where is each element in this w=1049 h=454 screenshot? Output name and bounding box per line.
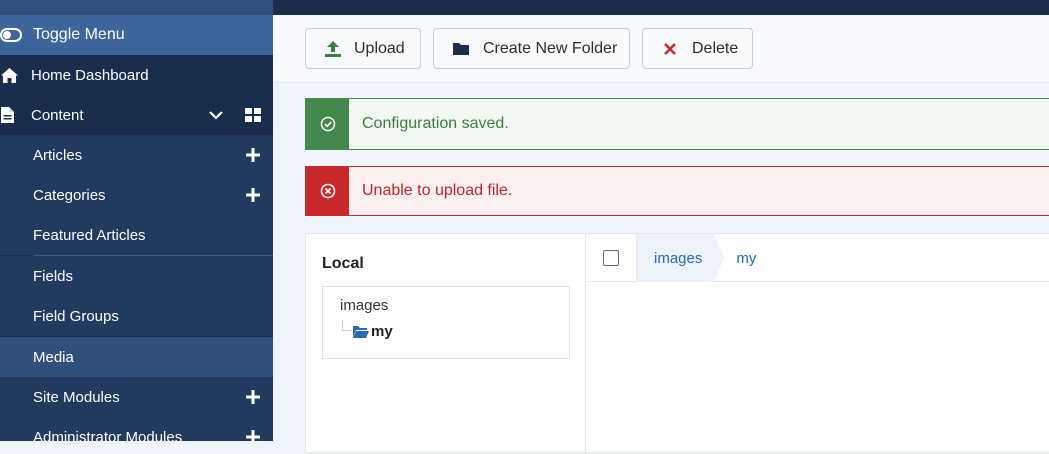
media-manager: Local images my images my xyxy=(305,233,1049,454)
folder-tree-panel: Local images my xyxy=(306,234,586,454)
disk-title: Local xyxy=(322,255,364,272)
upload-label: Upload xyxy=(354,39,405,57)
toolbar: Upload Create New Folder Delete xyxy=(273,15,1049,83)
sidebar-item-fields[interactable]: Fields xyxy=(0,256,273,296)
sidebar-top-strip xyxy=(0,0,273,15)
dashboard-grid-icon[interactable] xyxy=(245,108,261,126)
upload-button[interactable]: Upload xyxy=(305,28,421,69)
sidebar-item-label: Home Dashboard xyxy=(31,66,149,84)
check-circle-icon xyxy=(306,99,349,149)
tree-connector xyxy=(342,320,352,331)
sidebar-item-label: Administrator Modules xyxy=(33,428,183,442)
upload-icon xyxy=(323,39,343,59)
home-icon xyxy=(0,67,31,84)
breadcrumb-label: images xyxy=(654,249,703,267)
header-bar xyxy=(273,0,1049,15)
sidebar-item-home-dashboard[interactable]: Home Dashboard xyxy=(0,55,273,95)
x-icon xyxy=(660,39,680,59)
sidebar-item-articles[interactable]: Articles xyxy=(0,135,273,175)
plus-icon[interactable] xyxy=(245,147,261,163)
toggle-menu-label: Toggle Menu xyxy=(33,26,125,43)
tree-item-label: my xyxy=(371,323,393,340)
sidebar-item-label: Field Groups xyxy=(33,307,119,325)
sidebar-item-label: Media xyxy=(33,348,74,366)
files-panel: images my xyxy=(587,234,1049,454)
plus-icon[interactable] xyxy=(245,389,261,405)
folder-icon xyxy=(451,39,471,59)
folder-open-icon xyxy=(352,325,371,339)
sidebar-item-label: Featured Articles xyxy=(33,226,146,244)
x-circle-icon xyxy=(306,167,349,215)
tree-item-images[interactable]: images xyxy=(340,297,388,314)
sidebar-item-site-modules[interactable]: Site Modules xyxy=(0,377,273,417)
delete-button[interactable]: Delete xyxy=(642,28,753,69)
sidebar-item-field-groups[interactable]: Field Groups xyxy=(0,296,273,336)
breadcrumb: images my xyxy=(636,234,756,282)
error-message: Unable to upload file. xyxy=(362,182,513,199)
sidebar-item-label: Site Modules xyxy=(33,388,120,406)
sidebar: Toggle Menu Home Dashboard Content Artic… xyxy=(0,0,273,441)
success-alert: Configuration saved. xyxy=(305,98,1049,150)
sidebar-item-media[interactable]: Media xyxy=(0,337,273,377)
delete-label: Delete xyxy=(692,39,739,57)
tree-item-my[interactable]: my xyxy=(352,323,393,340)
select-all-checkbox[interactable] xyxy=(603,250,619,266)
plus-icon[interactable] xyxy=(245,429,261,441)
success-message: Configuration saved. xyxy=(362,115,509,132)
file-icon xyxy=(0,106,31,124)
create-new-folder-button[interactable]: Create New Folder xyxy=(433,28,630,69)
sidebar-item-featured-articles[interactable]: Featured Articles xyxy=(0,215,273,255)
error-alert: Unable to upload file. xyxy=(305,166,1049,216)
folder-tree: images my xyxy=(322,286,570,359)
sidebar-item-content[interactable]: Content xyxy=(0,95,273,135)
toggle-menu-button[interactable]: Toggle Menu xyxy=(0,15,273,55)
sidebar-item-label: Fields xyxy=(33,267,74,285)
create-new-folder-label: Create New Folder xyxy=(483,39,618,57)
sidebar-item-label: Categories xyxy=(33,186,106,204)
sidebar-item-categories[interactable]: Categories xyxy=(0,175,273,215)
sidebar-item-label: Articles xyxy=(33,146,83,164)
sidebar-item-administrator-modules[interactable]: Administrator Modules xyxy=(0,417,273,441)
breadcrumb-item-my[interactable]: my xyxy=(736,250,756,267)
files-header: images my xyxy=(587,234,1049,282)
plus-icon[interactable] xyxy=(245,187,261,203)
breadcrumb-item-images[interactable]: images xyxy=(636,234,725,282)
sidebar-item-label: Content xyxy=(31,106,84,124)
toggle-icon xyxy=(0,28,33,42)
chevron-down-icon[interactable] xyxy=(208,108,224,126)
